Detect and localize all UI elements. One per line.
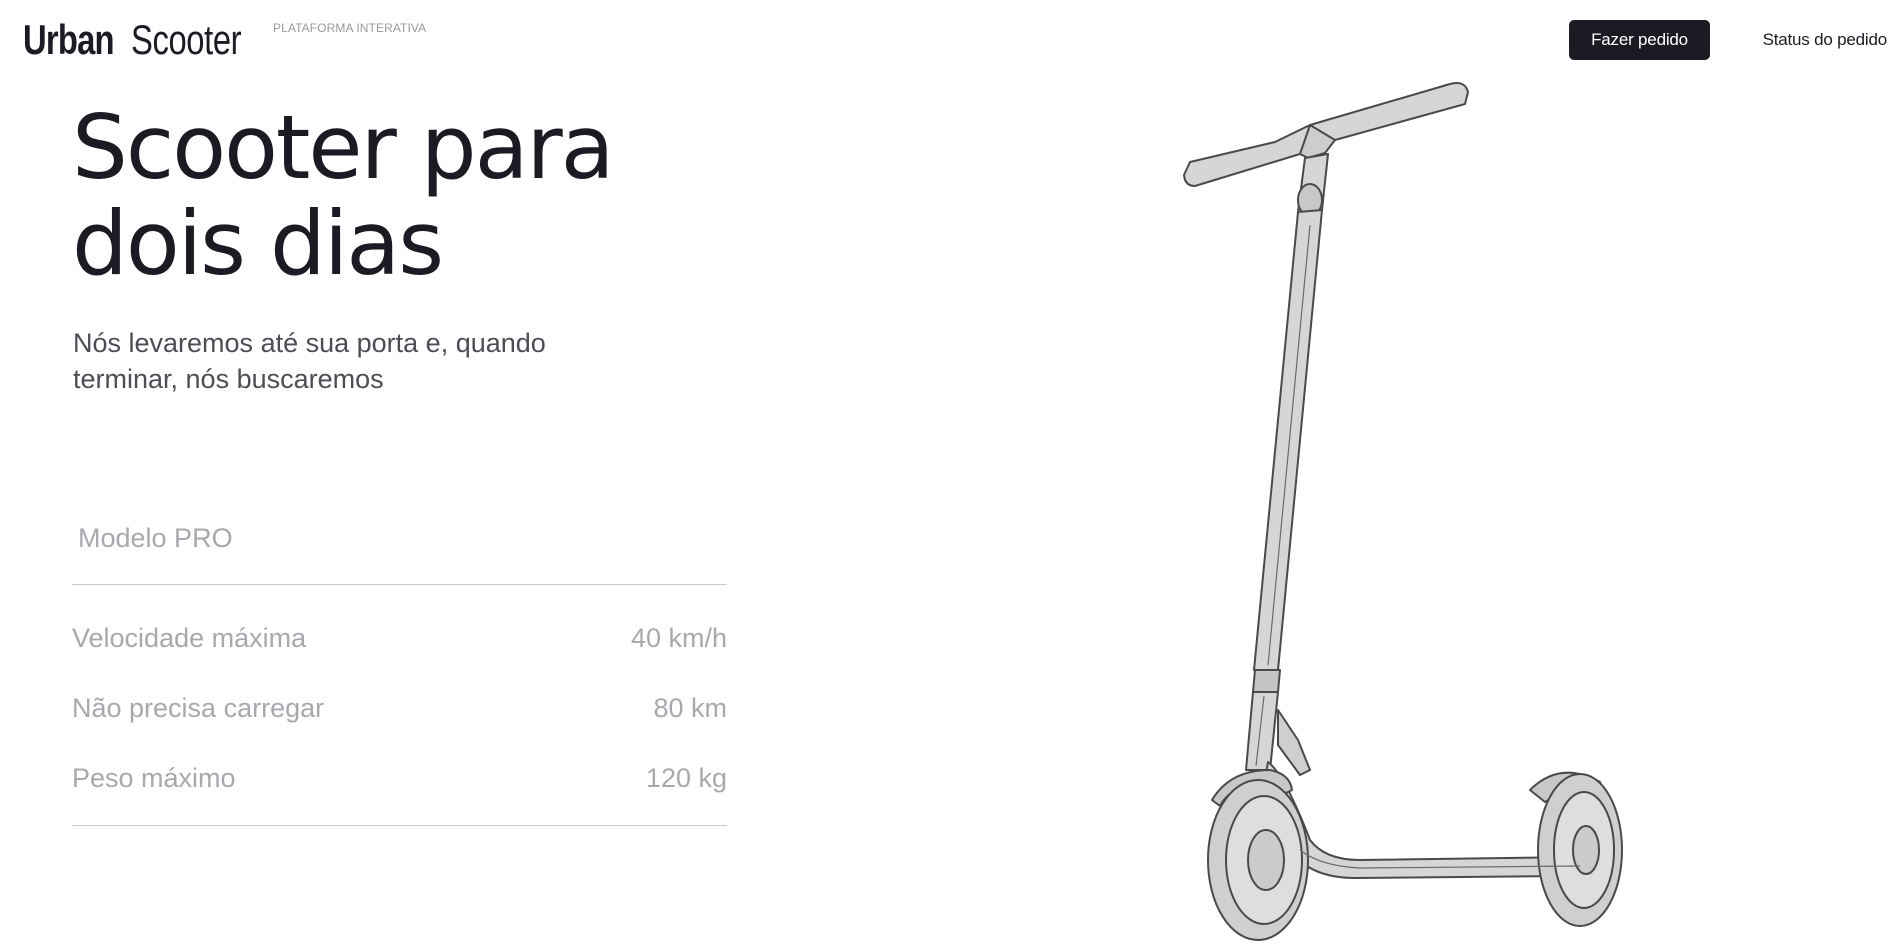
hero-title: Scooter para dois dias [72, 100, 712, 292]
scooter-illustration [1160, 70, 1630, 944]
hero-subtitle: Nós levaremos até sua porta e, quando te… [73, 325, 593, 397]
hero-title-line-1: Scooter para [72, 96, 615, 199]
spec-value: 80 km [653, 692, 727, 723]
specs-divider-bottom [72, 825, 727, 826]
site-header: Urban Scooter PLATAFORMA INTERATIVA Faze… [0, 0, 1903, 80]
spec-value: 120 kg [645, 762, 727, 793]
spec-row-range: Não precisa carregar 80 km [72, 688, 727, 728]
spec-value: 40 km/h [630, 622, 727, 653]
spec-label: Velocidade máxima [72, 622, 307, 653]
brand-secondary: Scooter [131, 16, 242, 63]
brand-primary: Urban [23, 16, 115, 63]
hero-subtitle-line-1: Nós levaremos até sua porta e, quando [73, 328, 546, 358]
spec-row-speed: Velocidade máxima 40 km/h [72, 618, 727, 658]
hero-title-line-2: dois dias [72, 192, 444, 295]
hero-subtitle-line-2: terminar, nós buscaremos [73, 364, 384, 394]
brand-logo[interactable]: Urban Scooter PLATAFORMA INTERATIVA [23, 14, 426, 66]
brand-tag: PLATAFORMA INTERATIVA [273, 21, 427, 35]
order-status-button[interactable]: Status do pedido [1735, 20, 1888, 60]
spec-label: Não precisa carregar [72, 692, 325, 723]
spec-row-weight: Peso máximo 120 kg [72, 758, 727, 798]
specs-divider-top [72, 584, 727, 585]
model-name: Modelo PRO [78, 523, 233, 553]
spec-label: Peso máximo [72, 762, 236, 793]
scooter-icon [1183, 82, 1623, 941]
order-button[interactable]: Fazer pedido [1569, 20, 1710, 60]
